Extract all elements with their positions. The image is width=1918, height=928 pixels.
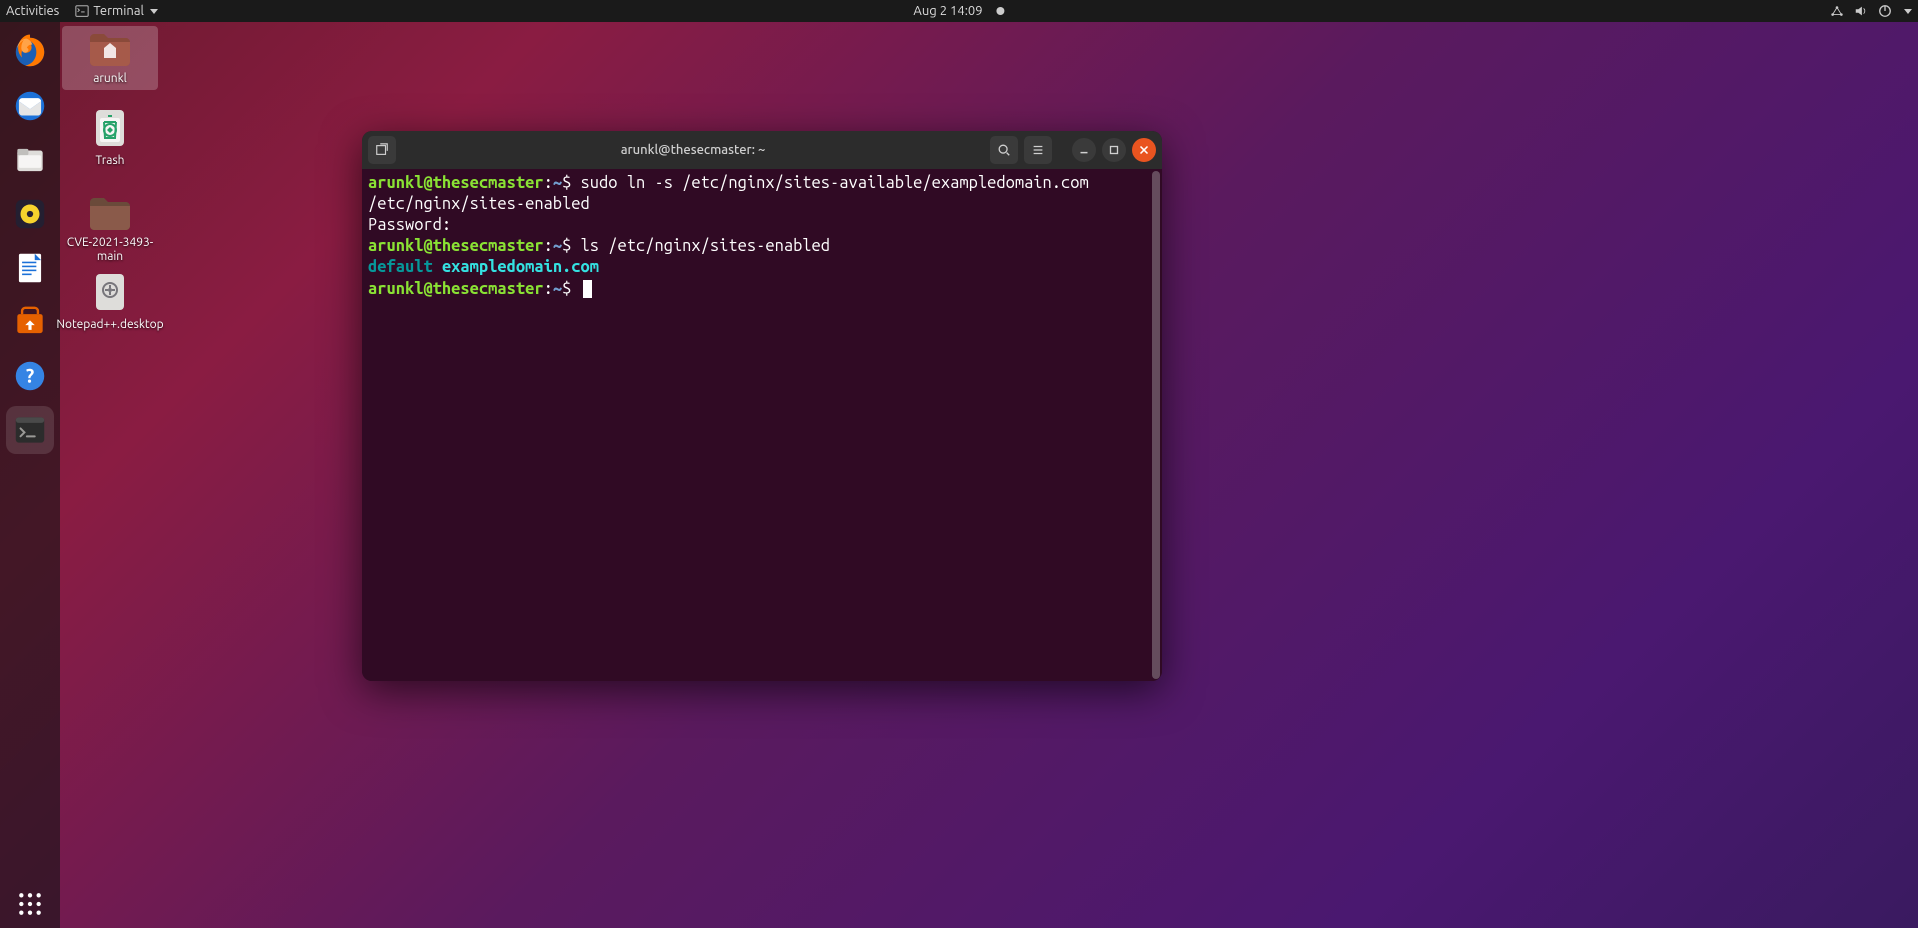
menu-button[interactable] — [1024, 136, 1052, 164]
terminal-body[interactable]: arunkl@thesecmaster:~$ sudo ln -s /etc/n… — [362, 169, 1162, 681]
gnome-topbar: Activities Terminal Aug 2 14:09 — [0, 0, 1918, 22]
file-icon — [86, 272, 134, 316]
terminal-scrollbar[interactable] — [1152, 171, 1160, 679]
desktop-icon-cve-folder[interactable]: CVE-2021-3493-main — [62, 190, 158, 268]
terminal-icon — [75, 4, 89, 18]
maximize-button[interactable] — [1102, 138, 1126, 162]
clock[interactable]: Aug 2 14:09 — [913, 4, 1004, 18]
dock-libreoffice-writer[interactable] — [6, 244, 54, 292]
dock: ? — [0, 22, 60, 928]
desktop-icon-trash[interactable]: Trash — [62, 108, 158, 172]
app-menu[interactable]: Terminal — [75, 4, 158, 18]
trash-icon — [86, 108, 134, 152]
terminal-line: arunkl@thesecmaster:~$ ls /etc/nginx/sit… — [368, 236, 1156, 257]
terminal-line: arunkl@thesecmaster:~$ — [368, 279, 1156, 300]
dock-help[interactable]: ? — [6, 352, 54, 400]
folder-icon — [86, 190, 134, 234]
terminal-titlebar[interactable]: arunkl@thesecmaster: ~ — [362, 131, 1162, 169]
desktop-icon-label: Notepad++.desktop — [52, 318, 167, 336]
desktop-icon-label: Trash — [91, 154, 128, 172]
dock-rhythmbox[interactable] — [6, 190, 54, 238]
dock-thunderbird[interactable] — [6, 82, 54, 130]
minimize-button[interactable] — [1072, 138, 1096, 162]
terminal-line: default exampledomain.com — [368, 257, 1156, 278]
volume-icon[interactable] — [1854, 4, 1868, 18]
svg-text:?: ? — [26, 364, 34, 386]
network-icon[interactable] — [1830, 4, 1844, 18]
chevron-down-icon[interactable] — [1904, 9, 1912, 14]
desktop-icon-label: arunkl — [89, 72, 131, 90]
desktop-icon-home[interactable]: arunkl — [62, 26, 158, 90]
dock-files[interactable] — [6, 136, 54, 184]
power-icon[interactable] — [1878, 4, 1892, 18]
terminal-title: arunkl@thesecmaster: ~ — [402, 143, 984, 157]
dock-firefox[interactable] — [6, 28, 54, 76]
terminal-line: arunkl@thesecmaster:~$ sudo ln -s /etc/n… — [368, 173, 1156, 215]
search-button[interactable] — [990, 136, 1018, 164]
activities-button[interactable]: Activities — [6, 4, 59, 18]
new-tab-button[interactable] — [368, 136, 396, 164]
home-folder-icon — [86, 26, 134, 70]
notification-dot-icon — [997, 7, 1005, 15]
desktop-icon-label: CVE-2021-3493-main — [62, 236, 158, 268]
datetime-label: Aug 2 14:09 — [913, 4, 982, 18]
terminal-window: arunkl@thesecmaster: ~ arunkl@thesecmast… — [362, 131, 1162, 681]
dock-show-apps[interactable] — [6, 880, 54, 928]
desktop-icon-notepad[interactable]: Notepad++.desktop — [62, 272, 158, 336]
cursor-icon — [583, 280, 592, 298]
dock-ubuntu-software[interactable] — [6, 298, 54, 346]
dock-terminal[interactable] — [6, 406, 54, 454]
terminal-line: Password: — [368, 215, 1156, 236]
chevron-down-icon — [150, 9, 158, 14]
app-menu-label: Terminal — [93, 4, 144, 18]
close-button[interactable] — [1132, 138, 1156, 162]
